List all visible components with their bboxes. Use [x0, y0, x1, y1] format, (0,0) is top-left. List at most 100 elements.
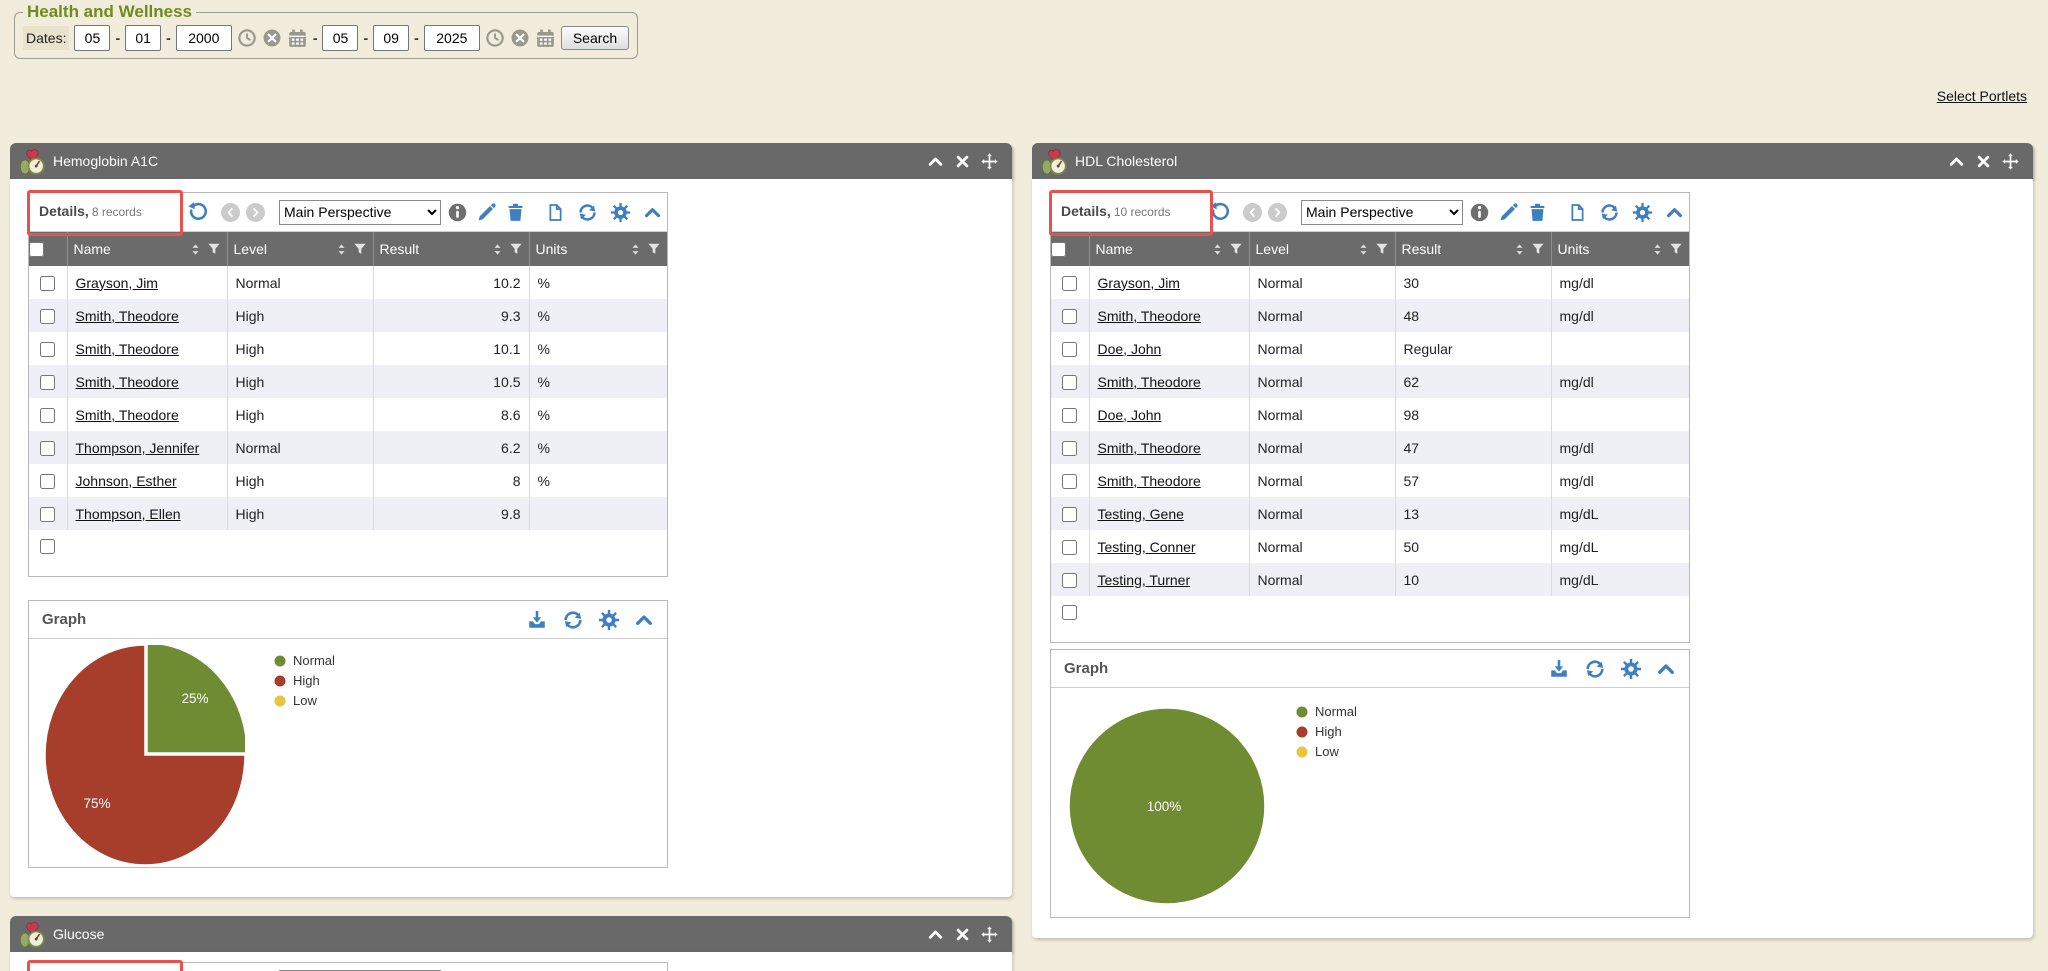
row-checkbox[interactable] [1062, 507, 1077, 522]
column-header-units[interactable]: Units [529, 232, 667, 266]
row-checkbox[interactable] [40, 375, 55, 390]
patient-link[interactable]: Doe, John [1098, 407, 1162, 423]
patient-link[interactable]: Doe, John [1098, 341, 1162, 357]
select-all-checkbox[interactable] [29, 242, 44, 257]
collapse-portlet-icon[interactable] [927, 153, 944, 170]
row-checkbox[interactable] [40, 342, 55, 357]
to-clear-icon[interactable] [510, 28, 530, 48]
sort-icon[interactable] [1357, 243, 1370, 256]
column-header-level[interactable]: Level [1249, 232, 1395, 266]
to-month-field[interactable] [322, 25, 358, 51]
download-icon[interactable] [526, 609, 548, 631]
from-time-icon[interactable] [237, 28, 257, 48]
close-portlet-icon[interactable] [955, 154, 970, 169]
patient-link[interactable]: Grayson, Jim [76, 275, 158, 291]
patient-link[interactable]: Johnson, Esther [76, 473, 177, 489]
collapse-section-icon[interactable] [1665, 203, 1684, 222]
new-document-icon[interactable] [546, 202, 565, 223]
from-month-field[interactable] [74, 25, 110, 51]
row-checkbox[interactable] [1062, 540, 1077, 555]
row-checkbox[interactable] [40, 474, 55, 489]
to-year-field[interactable] [424, 25, 480, 51]
filter-funnel-icon[interactable] [647, 242, 661, 256]
to-time-icon[interactable] [485, 28, 505, 48]
move-portlet-icon[interactable] [981, 153, 998, 170]
refresh-icon[interactable] [1584, 658, 1606, 680]
sort-icon[interactable] [1651, 243, 1664, 256]
move-portlet-icon[interactable] [2002, 153, 2019, 170]
close-portlet-icon[interactable] [955, 927, 970, 942]
perspective-select[interactable]: Main Perspective [279, 200, 441, 225]
patient-link[interactable]: Smith, Theodore [1098, 374, 1201, 390]
collapse-section-icon[interactable] [634, 610, 654, 630]
row-checkbox[interactable] [40, 408, 55, 423]
next-page-icon[interactable] [246, 203, 265, 222]
select-portlets-link[interactable]: Select Portlets [1937, 88, 2027, 104]
row-checkbox[interactable] [1062, 605, 1077, 620]
row-checkbox[interactable] [1062, 342, 1077, 357]
delete-icon[interactable] [1527, 202, 1548, 223]
settings-gear-icon[interactable] [1632, 202, 1653, 223]
row-checkbox[interactable] [40, 276, 55, 291]
patient-link[interactable]: Thompson, Jennifer [76, 440, 200, 456]
row-checkbox[interactable] [40, 309, 55, 324]
filter-funnel-icon[interactable] [353, 242, 367, 256]
settings-gear-icon[interactable] [598, 609, 620, 631]
select-all-header[interactable] [1051, 232, 1089, 266]
sort-icon[interactable] [1211, 243, 1224, 256]
column-header-name[interactable]: Name [67, 232, 227, 266]
from-year-field[interactable] [176, 25, 232, 51]
refresh-icon[interactable] [1599, 202, 1620, 223]
collapse-portlet-icon[interactable] [927, 926, 944, 943]
move-portlet-icon[interactable] [981, 926, 998, 943]
search-button[interactable]: Search [561, 26, 629, 50]
patient-link[interactable]: Smith, Theodore [1098, 308, 1201, 324]
settings-gear-icon[interactable] [610, 202, 631, 223]
undo-icon[interactable] [1209, 201, 1231, 223]
patient-link[interactable]: Testing, Turner [1098, 572, 1191, 588]
sort-icon[interactable] [629, 243, 642, 256]
column-header-level[interactable]: Level [227, 232, 373, 266]
collapse-portlet-icon[interactable] [1948, 153, 1965, 170]
filter-funnel-icon[interactable] [1375, 242, 1389, 256]
sort-icon[interactable] [335, 243, 348, 256]
collapse-section-icon[interactable] [643, 203, 662, 222]
patient-link[interactable]: Smith, Theodore [1098, 440, 1201, 456]
delete-icon[interactable] [505, 202, 526, 223]
edit-icon[interactable] [476, 202, 497, 223]
row-checkbox[interactable] [1062, 276, 1077, 291]
patient-link[interactable]: Smith, Theodore [76, 374, 179, 390]
filter-funnel-icon[interactable] [509, 242, 523, 256]
from-day-field[interactable] [125, 25, 161, 51]
from-clear-icon[interactable] [262, 28, 282, 48]
next-page-icon[interactable] [1268, 203, 1287, 222]
select-all-header[interactable] [29, 232, 67, 266]
sort-icon[interactable] [1513, 243, 1526, 256]
patient-link[interactable]: Testing, Gene [1098, 506, 1184, 522]
prev-page-icon[interactable] [1243, 203, 1262, 222]
sort-icon[interactable] [491, 243, 504, 256]
row-checkbox[interactable] [40, 539, 55, 554]
refresh-icon[interactable] [577, 202, 598, 223]
row-checkbox[interactable] [1062, 573, 1077, 588]
sort-icon[interactable] [189, 243, 202, 256]
collapse-section-icon[interactable] [1656, 659, 1676, 679]
refresh-icon[interactable] [562, 609, 584, 631]
info-icon[interactable] [1469, 202, 1490, 223]
patient-link[interactable]: Smith, Theodore [76, 341, 179, 357]
patient-link[interactable]: Grayson, Jim [1098, 275, 1180, 291]
select-all-checkbox[interactable] [1051, 242, 1066, 257]
prev-page-icon[interactable] [221, 203, 240, 222]
undo-icon[interactable] [187, 201, 209, 223]
column-header-units[interactable]: Units [1551, 232, 1689, 266]
row-checkbox[interactable] [1062, 309, 1077, 324]
new-document-icon[interactable] [1568, 202, 1587, 223]
info-icon[interactable] [447, 202, 468, 223]
patient-link[interactable]: Smith, Theodore [76, 407, 179, 423]
patient-link[interactable]: Thompson, Ellen [76, 506, 181, 522]
column-header-result[interactable]: Result [1395, 232, 1551, 266]
to-calendar-icon[interactable] [535, 28, 556, 49]
column-header-name[interactable]: Name [1089, 232, 1249, 266]
row-checkbox[interactable] [40, 507, 55, 522]
settings-gear-icon[interactable] [1620, 658, 1642, 680]
